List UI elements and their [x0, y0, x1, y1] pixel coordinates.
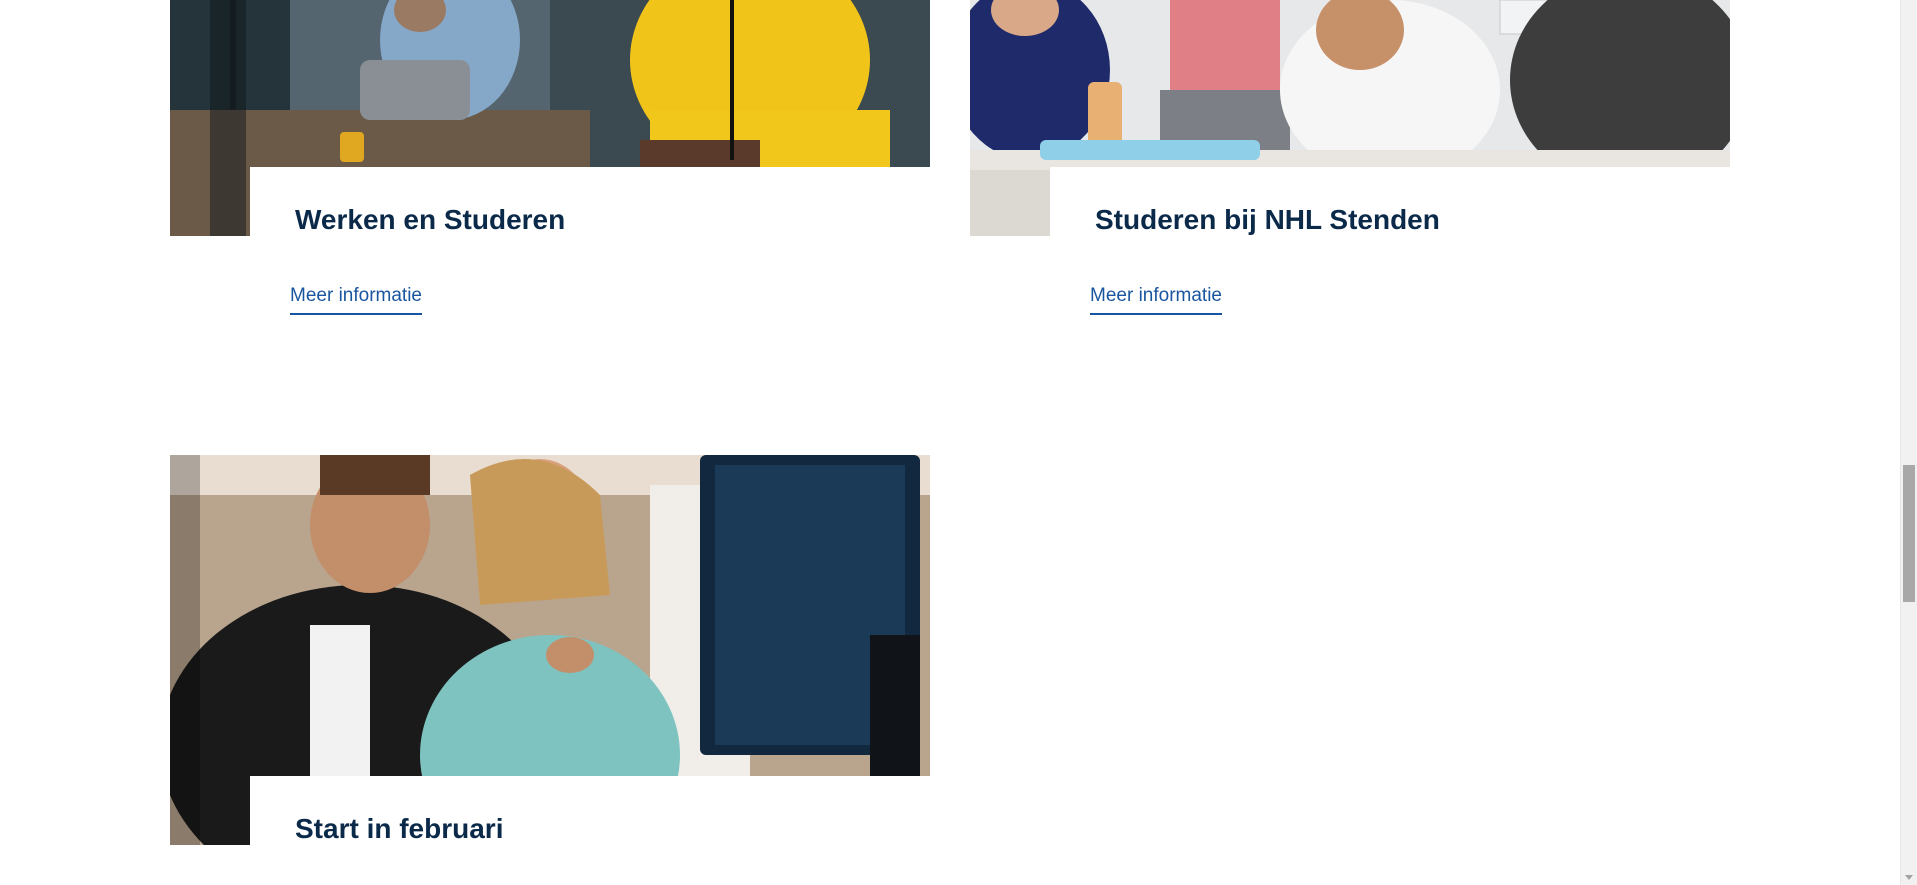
card-werken-en-studeren[interactable]: Werken en Studeren Meer informatie [170, 0, 930, 330]
card-body: Start in februari [250, 776, 930, 885]
scrollbar-thumb[interactable] [1903, 465, 1915, 602]
card-title: Werken en Studeren [295, 204, 566, 235]
card-studeren-bij-nhl-stenden[interactable]: Studeren bij NHL Stenden Meer informatie [970, 0, 1730, 330]
meer-informatie-link[interactable]: Meer informatie [1090, 285, 1222, 315]
card-title: Studeren bij NHL Stenden [1095, 204, 1440, 235]
scroll-down-arrow-icon[interactable] [1905, 875, 1913, 880]
card-title: Start in februari [295, 813, 504, 844]
meer-informatie-link[interactable]: Meer informatie [290, 285, 422, 315]
page: Werken en Studeren Meer informatie Stude… [0, 0, 1917, 885]
card-body: Studeren bij NHL Stenden Meer informatie [1050, 167, 1730, 330]
card-body: Werken en Studeren Meer informatie [250, 167, 930, 330]
card-start-in-februari[interactable]: Start in februari [170, 455, 930, 885]
vertical-scrollbar[interactable] [1900, 0, 1917, 885]
